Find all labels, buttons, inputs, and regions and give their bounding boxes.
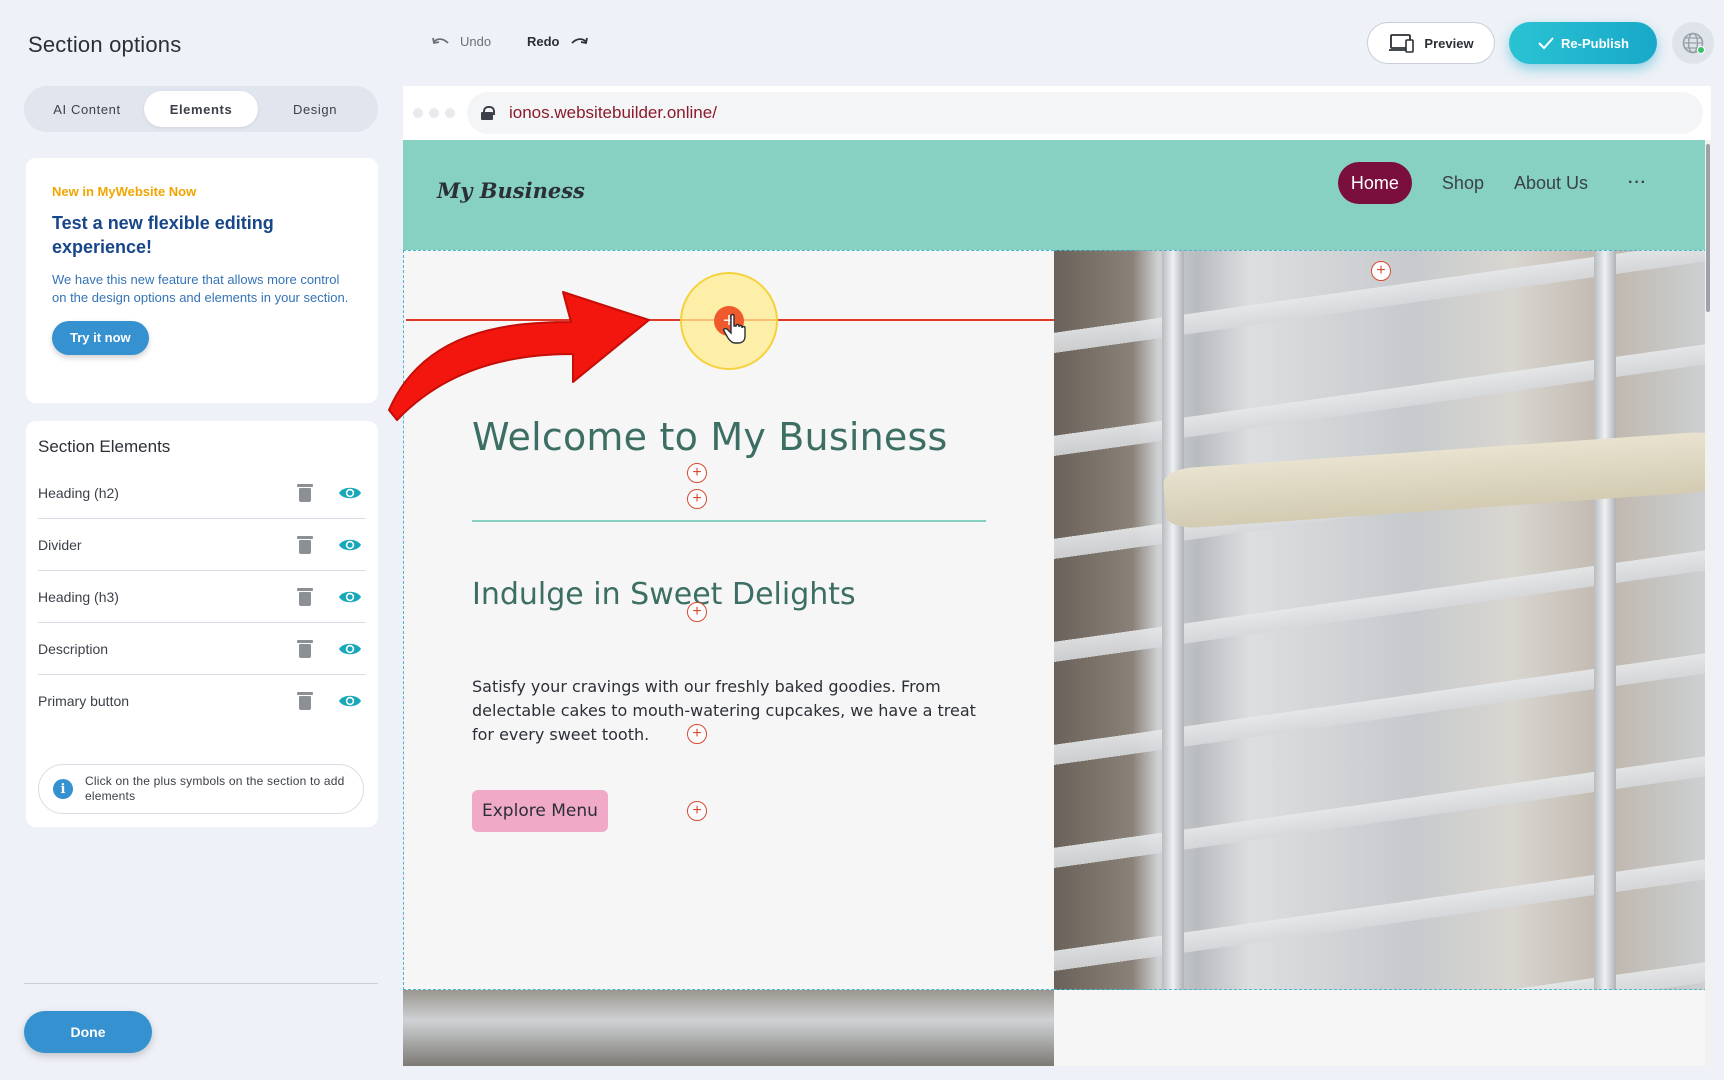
- undo-icon: [432, 37, 449, 44]
- plus-icon[interactable]: +: [687, 489, 707, 509]
- trash-icon[interactable]: [296, 691, 314, 711]
- eye-icon[interactable]: [338, 589, 362, 605]
- preview-button[interactable]: Preview: [1367, 22, 1495, 64]
- scroll-thumb[interactable]: [1706, 144, 1710, 312]
- window-dots: [413, 108, 455, 118]
- re-publish-label: Re-Publish: [1561, 35, 1629, 51]
- re-publish-button[interactable]: Re-Publish: [1509, 22, 1657, 64]
- done-button[interactable]: Done: [24, 1011, 152, 1053]
- redo-label: Redo: [527, 34, 560, 49]
- redo-icon: [570, 37, 588, 44]
- promo-title: Test a new flexible editing experience!: [52, 213, 274, 257]
- hand-cursor-icon: [723, 313, 746, 344]
- site-header: My Business Home Shop About Us ···: [403, 140, 1707, 250]
- site-brand[interactable]: My Business: [437, 178, 585, 203]
- trash-icon[interactable]: [296, 483, 314, 503]
- rack-post: [1594, 250, 1616, 990]
- check-icon: [1538, 37, 1554, 50]
- devices-icon: [1389, 34, 1415, 53]
- sidebar-tabs: AI Content Elements Design: [24, 86, 378, 132]
- section-elements-heading: Section Elements: [38, 437, 171, 456]
- undo-label: Undo: [460, 34, 492, 49]
- eye-icon[interactable]: [338, 693, 362, 709]
- promo-card: New in MyWebsite Now Test a new flexible…: [26, 158, 378, 403]
- tab-design[interactable]: Design: [258, 91, 372, 127]
- divider[interactable]: [472, 520, 986, 522]
- section-elements-card: Section Elements Heading (h2) Divider He…: [26, 421, 378, 827]
- section-options-sidebar: Section options AI Content Elements Desi…: [0, 0, 400, 1080]
- eye-icon[interactable]: [338, 537, 362, 553]
- try-it-now-button[interactable]: Try it now: [52, 321, 149, 355]
- bakery-rack-image[interactable]: +: [1054, 250, 1707, 990]
- nav-item-home[interactable]: Home: [1337, 162, 1412, 204]
- trash-icon[interactable]: [296, 587, 314, 607]
- trash-icon[interactable]: [296, 639, 314, 659]
- promo-description: We have this new feature that allows mor…: [52, 272, 349, 305]
- heading-h3[interactable]: Indulge in Sweet Delights: [472, 577, 856, 612]
- browser-bar: ionos.websitebuilder.online/: [403, 86, 1711, 140]
- baking-tray: [1162, 430, 1707, 530]
- tab-elements[interactable]: Elements: [144, 91, 258, 127]
- element-label: Heading (h3): [38, 588, 119, 605]
- plus-icon[interactable]: +: [687, 724, 707, 744]
- nav-item-about-us[interactable]: About Us: [1514, 173, 1588, 194]
- plus-icon[interactable]: +: [687, 602, 707, 622]
- element-row-divider: Divider: [38, 519, 366, 571]
- status-dot: [1697, 46, 1705, 54]
- eye-icon[interactable]: [338, 485, 362, 501]
- hint-text: Click on the plus symbols on the section…: [85, 774, 345, 803]
- element-row-primary-button: Primary button: [38, 675, 366, 727]
- element-label: Description: [38, 640, 109, 657]
- preview-label: Preview: [1424, 35, 1474, 51]
- plus-icon[interactable]: +: [687, 801, 707, 821]
- description-text[interactable]: Satisfy your cravings with our freshly b…: [472, 675, 992, 747]
- element-label: Heading (h2): [38, 484, 119, 501]
- trash-icon[interactable]: [296, 535, 314, 555]
- address-bar[interactable]: ionos.websitebuilder.online/: [467, 92, 1703, 134]
- next-section-image: [403, 990, 1054, 1066]
- nav-more-icon[interactable]: ···: [1628, 174, 1647, 192]
- element-row-heading-h3: Heading (h3): [38, 571, 366, 623]
- element-row-heading-h2: Heading (h2): [38, 467, 366, 519]
- plus-icon[interactable]: +: [687, 463, 707, 483]
- element-label: Primary button: [38, 693, 130, 709]
- red-arrow-annotation: [388, 291, 650, 421]
- tab-ai-content[interactable]: AI Content: [30, 91, 144, 127]
- nav-item-shop[interactable]: Shop: [1442, 173, 1484, 194]
- preview-scrollbar[interactable]: [1705, 140, 1711, 1066]
- next-section-blank: [1054, 990, 1707, 1066]
- redo-button[interactable]: Redo: [527, 34, 588, 49]
- site-preview-frame: ionos.websitebuilder.online/ My Business…: [403, 86, 1711, 1066]
- explore-menu-button[interactable]: Explore Menu: [472, 790, 608, 832]
- info-icon: i: [53, 779, 73, 799]
- rack-post: [1162, 250, 1184, 990]
- add-elements-hint: i Click on the plus symbols on the secti…: [38, 764, 364, 814]
- promo-eyebrow: New in MyWebsite Now: [52, 184, 197, 199]
- lock-icon: [481, 106, 495, 120]
- sidebar-divider: [24, 983, 378, 984]
- plus-icon[interactable]: +: [1371, 261, 1391, 281]
- url-text: ionos.websitebuilder.online/: [509, 103, 717, 122]
- site-nav: Home Shop About Us ···: [1337, 162, 1647, 204]
- sidebar-title: Section options: [28, 32, 182, 57]
- element-row-description: Description: [38, 623, 366, 675]
- language-button[interactable]: [1672, 22, 1714, 64]
- eye-icon[interactable]: [338, 641, 362, 657]
- undo-button[interactable]: Undo: [432, 34, 491, 49]
- element-label: Divider: [38, 536, 82, 553]
